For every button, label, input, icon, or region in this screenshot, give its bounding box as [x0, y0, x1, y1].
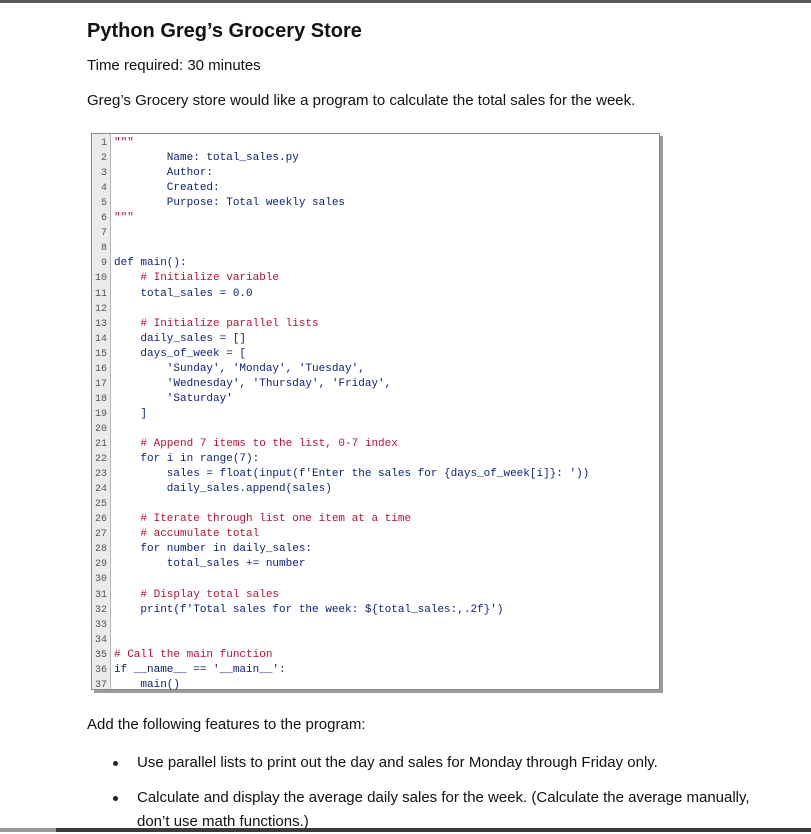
line-number: 23 [94, 469, 107, 481]
line-number: 29 [94, 559, 107, 571]
code-line: 'Sunday', 'Monday', 'Tuesday', [114, 362, 365, 375]
line-number: 27 [94, 529, 107, 541]
code-line: for i in range(7): [114, 453, 260, 466]
line-number: 12 [94, 303, 107, 315]
code-line: print(f'Total sales for the week: ${tota… [114, 603, 504, 616]
code-line: daily_sales = [] [114, 332, 247, 345]
line-number: 8 [100, 243, 107, 255]
code-line: total_sales += number [114, 558, 306, 571]
code-line: total_sales = 0.0 [114, 287, 253, 300]
line-number: 5 [100, 198, 107, 210]
code-line: # Append 7 items to the list, 0-7 index [114, 438, 398, 450]
top-border [0, 0, 811, 3]
code-line: # Iterate through list one item at a tim… [114, 513, 412, 526]
code-line: for number in daily_sales: [114, 543, 313, 556]
code-line: def main(): [114, 257, 187, 270]
line-number: 26 [94, 514, 107, 526]
feature-list-2: Calculate and display the average daily … [111, 786, 751, 834]
code-line: main() [114, 678, 181, 691]
page-title: Python Greg’s Grocery Store [87, 20, 362, 42]
line-number: 35 [94, 649, 107, 661]
line-number: 14 [94, 333, 107, 345]
feature-item-1: Use parallel lists to print out the day … [111, 751, 658, 775]
line-number: 15 [94, 348, 107, 360]
line-number: 6 [100, 213, 107, 225]
code-line: sales = float(input(f'Enter the sales fo… [114, 468, 590, 481]
line-number: 17 [94, 378, 107, 390]
line-number: 28 [94, 544, 107, 556]
line-number: 31 [94, 589, 107, 601]
line-number: 33 [94, 619, 107, 631]
code-line: # Display total sales [114, 588, 280, 601]
code-line: """ [114, 137, 134, 149]
line-number: 25 [94, 499, 107, 511]
code-line: # Initialize parallel lists [114, 317, 319, 330]
line-number: 36 [94, 664, 107, 676]
code-line: daily_sales.append(sales) [114, 483, 332, 496]
features-intro-text: Add the following features to the progra… [87, 716, 366, 733]
code-line: Purpose: Total weekly sales [114, 197, 346, 210]
code-line: # accumulate total [114, 528, 260, 541]
code-line: 'Saturday' [114, 392, 233, 405]
feature-list: Use parallel lists to print out the day … [111, 751, 658, 775]
bottom-border [0, 828, 811, 832]
line-number: 9 [100, 258, 107, 270]
code-line: days_of_week = [ [114, 347, 247, 360]
line-number: 11 [94, 288, 107, 300]
line-number: 22 [94, 454, 107, 466]
intro-paragraph: Greg’s Grocery store would like a progra… [87, 92, 636, 109]
line-number: 20 [94, 423, 107, 435]
line-number: 1 [100, 138, 107, 149]
line-number: 18 [94, 393, 107, 405]
line-number: 32 [94, 604, 107, 616]
code-line: Author: [114, 167, 214, 180]
code-line: """ [114, 212, 134, 225]
line-number: 16 [94, 363, 107, 375]
line-number: 37 [94, 679, 107, 691]
line-number: 2 [100, 153, 107, 165]
code-line: if __name__ == '__main__': [114, 663, 286, 676]
line-number: 3 [100, 168, 107, 180]
line-number: 24 [94, 484, 107, 496]
code-line: Created: [114, 182, 220, 195]
line-number: 13 [94, 318, 107, 330]
line-number: 7 [100, 228, 107, 240]
feature-item-2: Calculate and display the average daily … [111, 786, 751, 834]
code-line: # Call the main function [114, 648, 273, 661]
line-number: 4 [100, 183, 107, 195]
code-line: ] [114, 407, 148, 420]
code-line: # Initialize variable [114, 272, 280, 285]
line-number: 30 [94, 574, 107, 586]
time-required-text: Time required: 30 minutes [87, 57, 261, 74]
line-number-gutter: 1 2 3 4 5 6 7 8 9 10 11 12 13 14 15 16 17 18 19 20 21 22 23 24 2… [92, 134, 111, 691]
line-number: 10 [94, 273, 107, 285]
code-block: 1 2 3 4 5 6 7 8 9 10 11 12 13 14 15 16 17 18 19 20 21 22 23 24 2… [91, 133, 660, 691]
code-line: Name: total_sales.py [114, 152, 299, 165]
line-number: 34 [94, 634, 107, 646]
line-number: 19 [94, 408, 107, 420]
code-line: 'Wednesday', 'Thursday', 'Friday', [114, 377, 392, 390]
line-number: 21 [94, 439, 107, 450]
